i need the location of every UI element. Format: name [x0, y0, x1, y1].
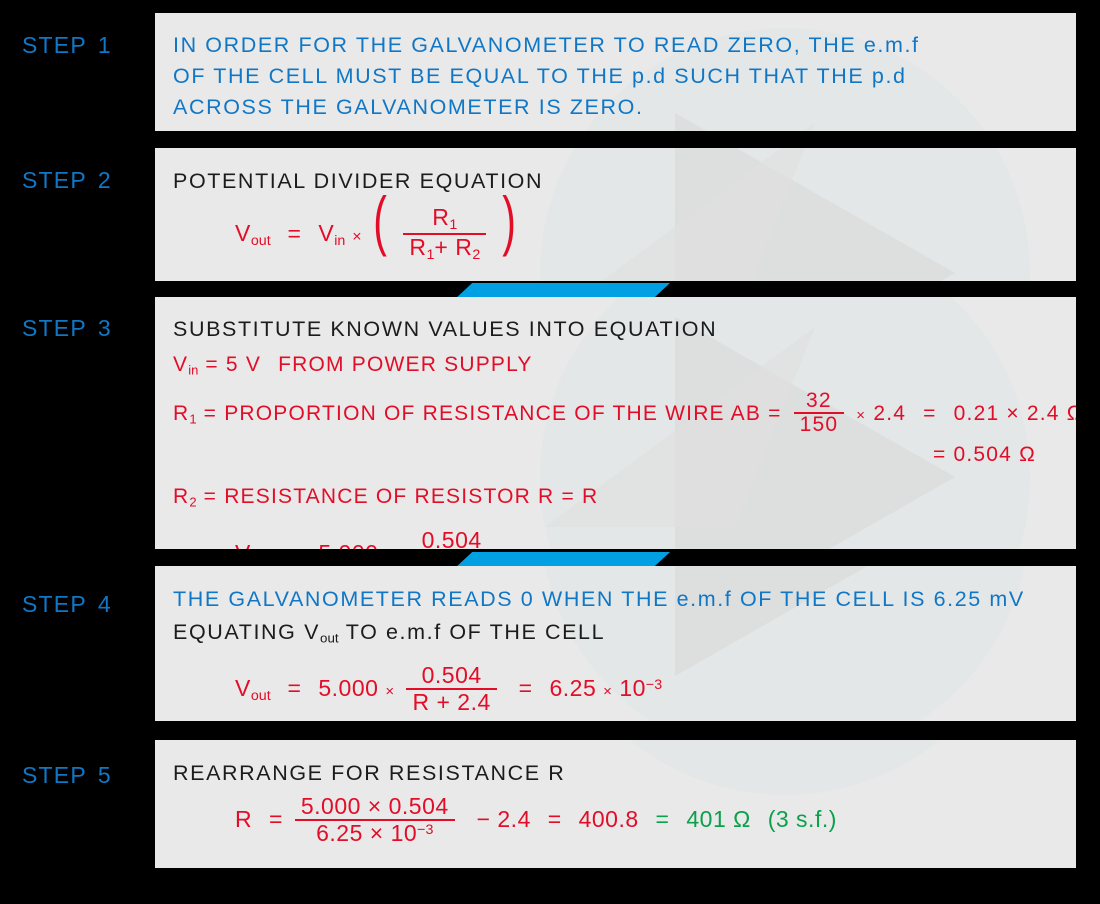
step3-r2-line: R2 = RESISTANCE OF RESISTOR R = R — [173, 476, 1076, 524]
step1-line-3: ACROSS THE GALVANOMETER IS ZERO. — [173, 95, 644, 119]
step3-r2-text: RESISTANCE OF RESISTOR R = R — [224, 484, 599, 508]
step5-heading: REARRANGE FOR RESISTANCE R — [173, 761, 566, 785]
step-label-3-word: STEP — [22, 315, 87, 341]
step3-r2-equals: = — [203, 484, 218, 508]
step-panel-5: REARRANGE FOR RESISTANCE R R = 5.000 × 0… — [155, 740, 1076, 868]
step4-vout-inline: Vout — [304, 620, 339, 646]
step-label-1: STEP 1 — [22, 32, 112, 59]
step3-r1-result: 0.21 × 2.4 Ω — [953, 401, 1076, 425]
step1-line-1: IN ORDER FOR THE GALVANOMETER TO READ ZE… — [173, 33, 920, 57]
step2-fraction: R1 R1+ R2 — [403, 204, 487, 264]
step3-r1-fraction-denominator: 150 — [793, 412, 845, 437]
step3-r1-line: R1 = PROPORTION OF RESISTANCE OF THE WIR… — [173, 388, 1076, 440]
step-label-2-number: 2 — [97, 167, 112, 193]
step2-equals: = — [287, 220, 302, 247]
step3-vout-coefficient: 5.000 — [318, 540, 378, 549]
step4-vout-symbol: Vout — [235, 674, 271, 704]
step4-blue-line: THE GALVANOMETER READS 0 WHEN THE e.m.f … — [173, 587, 1025, 611]
step-label-1-number: 1 — [97, 32, 112, 58]
step2-heading: POTENTIAL DIVIDER EQUATION — [173, 169, 544, 193]
step-label-5-number: 5 — [97, 762, 112, 788]
step5-fraction-numerator: 5.000 × 0.504 — [300, 793, 449, 819]
step4-coefficient: 5.000 — [318, 674, 379, 701]
step4-rhs-power: 10−3 — [619, 674, 663, 701]
step-label-3-number: 3 — [97, 315, 112, 341]
step-label-1-word: STEP — [22, 32, 87, 58]
step2-equation: Vout = Vin × ( R1 R1+ R2 ) — [235, 183, 517, 264]
step2-times: × — [352, 228, 363, 246]
step4-equating-text: EQUATING — [173, 620, 305, 644]
step5-final-answer: 401 Ω — [686, 805, 751, 832]
step3-r1-equals2: = — [923, 401, 937, 425]
worked-solution-sheet: STEP 1 IN ORDER FOR THE GALVANOMETER TO R… — [0, 0, 1100, 904]
step3-heading: SUBSTITUTE KNOWN VALUES INTO EQUATION — [173, 317, 718, 341]
step-label-5: STEP 5 — [22, 762, 112, 789]
step3-r1-times: × — [856, 406, 867, 424]
step4-equation: Vout = 5.000 × 0.504 R + 2.4 = 6.25 × 10… — [235, 661, 1076, 716]
step-panel-3: SUBSTITUTE KNOWN VALUES INTO EQUATION Vi… — [155, 297, 1076, 549]
step-label-4-word: STEP — [22, 591, 87, 617]
step-panel-1: IN ORDER FOR THE GALVANOMETER TO READ ZE… — [155, 13, 1076, 131]
step5-minus-term: − 2.4 — [476, 805, 531, 832]
step4-black-line: EQUATING Vout TO e.m.f OF THE CELL — [173, 615, 1076, 656]
step-label-2: STEP 2 — [22, 167, 112, 194]
step5-intermediate-value: 400.8 — [578, 805, 639, 832]
step4-emf-text: TO e.m.f OF THE CELL — [338, 620, 606, 644]
step3-r1-fraction: 32 150 — [793, 388, 845, 437]
step2-vin: Vin — [318, 220, 346, 250]
step1-line-2: OF THE CELL MUST BE EQUAL TO THE p.d SUC… — [173, 64, 907, 88]
step-label-2-word: STEP — [22, 167, 87, 193]
step2-vout: Vout — [235, 220, 271, 250]
step5-equals: = — [269, 805, 283, 832]
step4-times: × — [385, 682, 395, 700]
step3-vout-equation: Vout = 5.000 × 0.504 R + 2.4 — [235, 528, 1076, 549]
step3-vout-times: × — [385, 548, 394, 549]
step-label-4-number: 4 — [97, 591, 112, 617]
step3-vin-equals: = — [205, 353, 219, 376]
step3-vout-equals: = — [288, 540, 302, 549]
step4-fraction: 0.504 R + 2.4 — [406, 661, 497, 715]
step5-equation: R = 5.000 × 0.504 6.25 × 10−3 − 2.4 = 40… — [235, 793, 1076, 847]
step3-r1-fraction-numerator: 32 — [806, 388, 832, 412]
step4-equals2: = — [518, 674, 533, 701]
step3-r1-factor: 2.4 — [873, 401, 907, 425]
step5-fraction: 5.000 × 0.504 6.25 × 10−3 — [294, 793, 455, 846]
step5-symbol: R — [235, 805, 253, 832]
step3-vout-fraction-numerator: 0.504 — [421, 527, 482, 549]
step4-rhs-mantissa: 6.25 — [549, 674, 597, 701]
step4-rhs-times: × — [603, 682, 613, 700]
step-panel-4: THE GALVANOMETER READS 0 WHEN THE e.m.f … — [155, 566, 1076, 721]
step3-r1-text: PROPORTION OF RESISTANCE OF THE WIRE AB … — [224, 401, 782, 425]
step4-fraction-denominator: R + 2.4 — [406, 687, 497, 715]
step5-equals3: = — [655, 805, 670, 832]
step5-equals2: = — [547, 805, 562, 832]
step3-r1-symbol: R1 — [173, 401, 197, 427]
step3-vin-value: 5 V — [225, 353, 262, 376]
step3-vout-fraction: 0.504 R + 2.4 — [406, 528, 496, 549]
step3-vout-symbol: Vout — [235, 540, 271, 549]
step-label-5-word: STEP — [22, 762, 87, 788]
step-label-3: STEP 3 — [22, 315, 112, 342]
step-label-4: STEP 4 — [22, 591, 112, 618]
step3-r2-symbol: R2 — [173, 484, 197, 510]
step5-sig-figs: (3 s.f.) — [767, 805, 837, 832]
step3-r1-result2: = 0.504 Ω — [933, 442, 1036, 466]
step3-vin-tail: FROM POWER SUPPLY — [278, 353, 533, 376]
step5-fraction-denominator: 6.25 × 10−3 — [294, 818, 455, 846]
step3-vin-line: Vin = 5 V FROM POWER SUPPLY — [173, 345, 1076, 391]
step4-fraction-numerator: 0.504 — [421, 661, 482, 688]
step3-r1-equals: = — [203, 401, 218, 425]
step-panel-2: POTENTIAL DIVIDER EQUATION Vout = Vin × … — [155, 148, 1076, 281]
step3-vin-symbol: Vin — [173, 353, 199, 378]
step2-fraction-denominator: R1+ R2 — [403, 233, 487, 263]
step4-equals: = — [287, 674, 302, 701]
step2-fraction-numerator: R1 — [432, 204, 458, 233]
